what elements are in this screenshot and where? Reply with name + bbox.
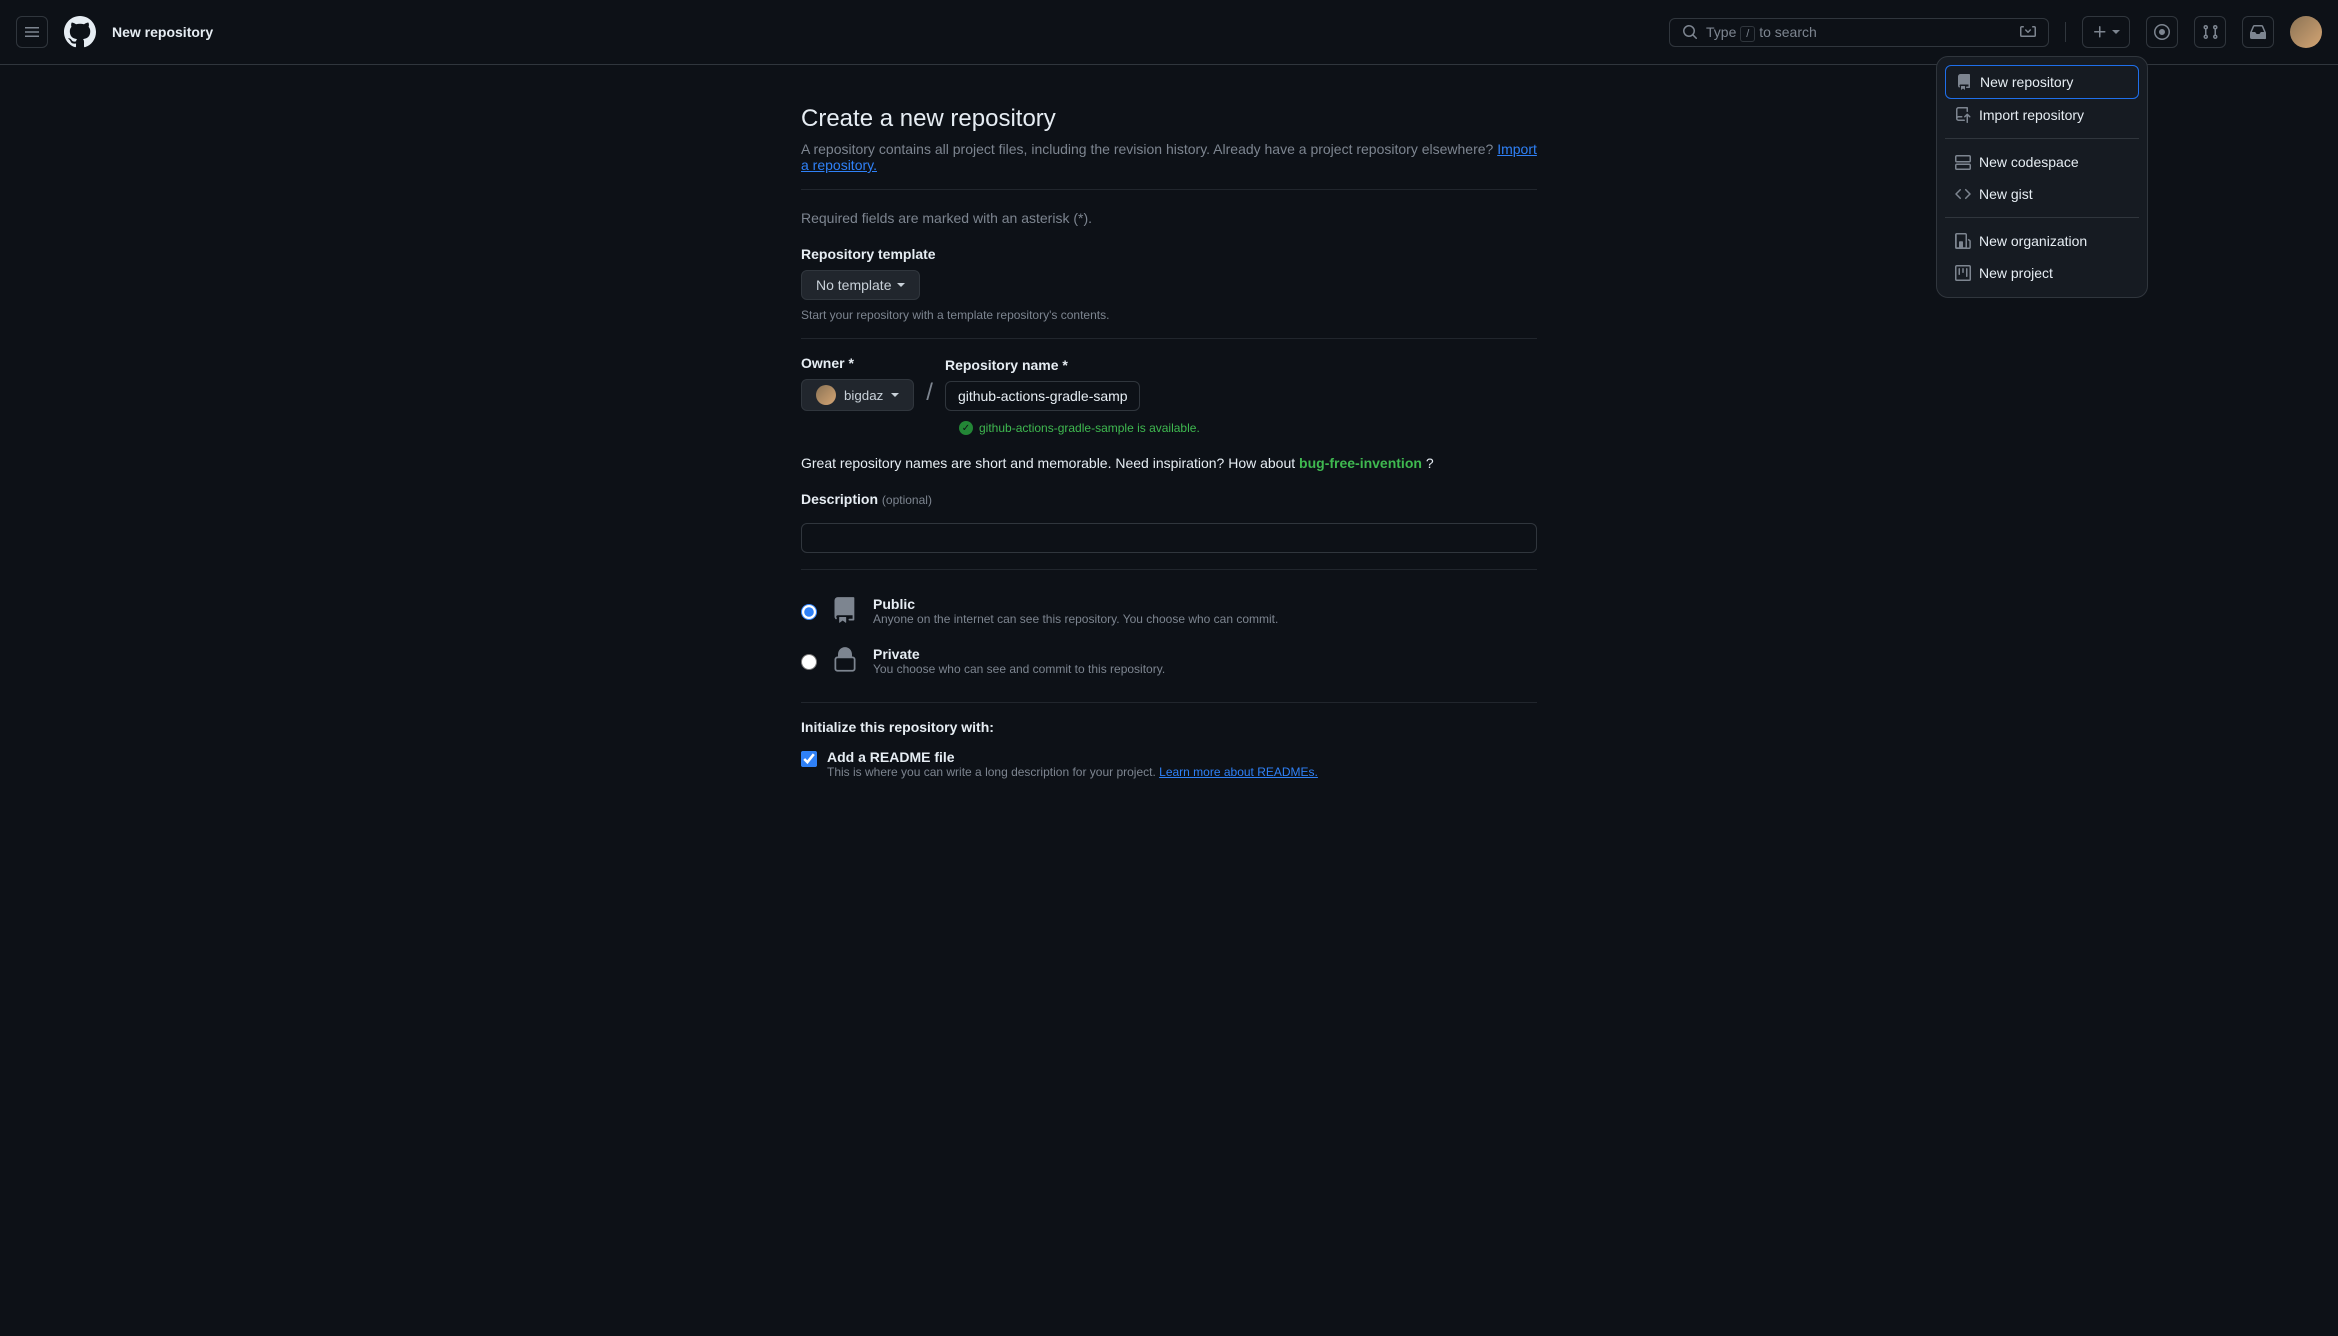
github-logo[interactable] — [64, 16, 96, 48]
chevron-down-icon — [2112, 30, 2120, 34]
dropdown-import-repository[interactable]: Import repository — [1945, 99, 2139, 131]
readme-title: Add a README file — [827, 749, 1318, 765]
repo-push-icon — [1955, 107, 1971, 123]
repo-icon — [1956, 74, 1972, 90]
command-palette-icon — [2020, 23, 2036, 42]
name-suggestion[interactable]: bug-free-invention — [1299, 455, 1422, 471]
required-fields-note: Required fields are marked with an aster… — [801, 210, 1537, 226]
readme-description: This is where you can write a long descr… — [827, 765, 1318, 779]
template-hint: Start your repository with a template re… — [801, 308, 1537, 322]
create-new-dropdown: New repository Import repository New cod… — [1936, 56, 2148, 298]
template-select[interactable]: No template — [801, 270, 920, 300]
divider — [801, 189, 1537, 190]
lock-icon — [831, 646, 859, 674]
divider — [1945, 138, 2139, 139]
create-new-button[interactable] — [2082, 16, 2130, 48]
pull-requests-button[interactable] — [2194, 16, 2226, 48]
dropdown-new-project[interactable]: New project — [1945, 257, 2139, 289]
availability-status: ✓ github-actions-gradle-sample is availa… — [959, 421, 1537, 435]
readme-checkbox[interactable] — [801, 751, 817, 767]
dropdown-new-organization[interactable]: New organization — [1945, 225, 2139, 257]
dropdown-new-repository[interactable]: New repository — [1945, 65, 2139, 99]
plus-icon — [2092, 24, 2108, 40]
divider — [1945, 217, 2139, 218]
name-inspiration: Great repository names are short and mem… — [801, 455, 1537, 471]
pull-request-icon — [2202, 24, 2218, 40]
description-input[interactable] — [801, 523, 1537, 553]
hamburger-menu-button[interactable] — [16, 16, 48, 48]
description-label: Description (optional) — [801, 491, 1537, 507]
divider — [801, 569, 1537, 570]
codespaces-icon — [1955, 154, 1971, 170]
search-icon — [1682, 24, 1698, 40]
private-title: Private — [873, 646, 1165, 662]
search-bar[interactable]: Type / to search — [1669, 18, 2049, 47]
chevron-down-icon — [897, 283, 905, 287]
page-subtitle: A repository contains all project files,… — [801, 141, 1537, 173]
divider — [801, 702, 1537, 703]
organization-icon — [1955, 233, 1971, 249]
divider — [2065, 22, 2066, 42]
dropdown-new-gist[interactable]: New gist — [1945, 178, 2139, 210]
visibility-private-radio[interactable] — [801, 654, 817, 670]
project-icon — [1955, 265, 1971, 281]
issues-button[interactable] — [2146, 16, 2178, 48]
code-icon — [1955, 186, 1971, 202]
template-label: Repository template — [801, 246, 1537, 262]
repo-icon — [831, 596, 859, 624]
dropdown-new-codespace[interactable]: New codespace — [1945, 146, 2139, 178]
repo-name-label: Repository name * — [945, 357, 1140, 373]
public-description: Anyone on the internet can see this repo… — [873, 612, 1278, 626]
search-placeholder: Type / to search — [1706, 24, 2012, 40]
public-title: Public — [873, 596, 1278, 612]
user-avatar[interactable] — [2290, 16, 2322, 48]
readme-learn-more-link[interactable]: Learn more about READMEs. — [1159, 765, 1318, 779]
visibility-public-radio[interactable] — [801, 604, 817, 620]
chevron-down-icon — [891, 393, 899, 397]
inbox-icon — [2250, 24, 2266, 40]
path-separator: / — [926, 379, 933, 411]
initialize-heading: Initialize this repository with: — [801, 719, 1537, 735]
divider — [801, 338, 1537, 339]
notifications-button[interactable] — [2242, 16, 2274, 48]
page-title: New repository — [112, 24, 1653, 40]
owner-select[interactable]: bigdaz — [801, 379, 914, 411]
owner-label: Owner * — [801, 355, 914, 371]
private-description: You choose who can see and commit to thi… — [873, 662, 1165, 676]
repo-name-input[interactable] — [945, 381, 1140, 411]
page-heading: Create a new repository — [801, 105, 1537, 133]
check-circle-icon: ✓ — [959, 421, 973, 435]
owner-avatar-icon — [816, 385, 836, 405]
issue-icon — [2154, 24, 2170, 40]
hamburger-icon — [24, 24, 40, 40]
